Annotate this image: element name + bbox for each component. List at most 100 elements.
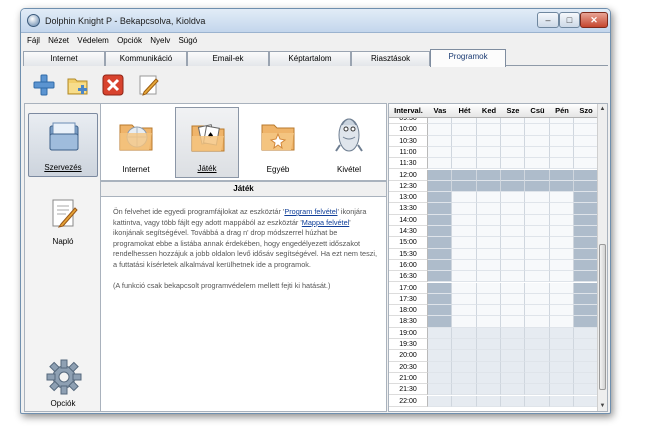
schedule-cell[interactable] xyxy=(574,282,598,294)
schedule-cell[interactable] xyxy=(477,158,501,170)
schedule-cell[interactable] xyxy=(452,282,477,294)
schedule-cell[interactable] xyxy=(428,395,452,407)
schedule-cell[interactable] xyxy=(501,135,525,147)
day-header[interactable]: Pén xyxy=(550,106,574,115)
menu-help[interactable]: Súgó xyxy=(178,34,197,45)
schedule-cell[interactable] xyxy=(477,395,501,407)
schedule-cell[interactable] xyxy=(550,146,574,159)
schedule-cell[interactable] xyxy=(501,237,525,249)
schedule-cell[interactable] xyxy=(452,327,477,339)
schedule-cell[interactable] xyxy=(550,305,574,317)
schedule-cell[interactable] xyxy=(525,395,550,407)
schedule-cell[interactable] xyxy=(428,339,452,351)
schedule-cell[interactable] xyxy=(477,305,501,317)
schedule-cell[interactable] xyxy=(525,146,550,159)
schedule-cell[interactable] xyxy=(501,282,525,294)
schedule-cell[interactable] xyxy=(428,361,452,373)
schedule-cell[interactable] xyxy=(428,327,452,339)
tab-alerts[interactable]: Riasztások xyxy=(351,51,430,66)
schedule-cell[interactable] xyxy=(477,180,501,193)
schedule-cell[interactable] xyxy=(574,158,598,170)
tab-images[interactable]: Képtartalom xyxy=(269,51,351,66)
schedule-cell[interactable] xyxy=(550,226,574,238)
schedule-cell[interactable] xyxy=(501,361,525,373)
schedule-cell[interactable] xyxy=(477,372,501,385)
schedule-cell[interactable] xyxy=(574,180,598,193)
schedule-cell[interactable] xyxy=(525,327,550,339)
schedule-cell[interactable] xyxy=(428,169,452,181)
day-header[interactable]: Vas xyxy=(428,106,452,115)
edit-icon[interactable] xyxy=(137,73,161,97)
schedule-cell[interactable] xyxy=(501,271,525,283)
schedule-cell[interactable] xyxy=(525,214,550,226)
schedule-cell[interactable] xyxy=(501,248,525,260)
tab-communication[interactable]: Kommunikáció xyxy=(105,51,187,66)
vertical-scrollbar[interactable]: ▲ ▼ xyxy=(597,104,607,411)
day-header[interactable]: Szo xyxy=(574,106,598,115)
sidebar-item-log[interactable]: Napló xyxy=(28,198,98,250)
schedule-cell[interactable] xyxy=(452,271,477,283)
schedule-cell[interactable] xyxy=(501,316,525,328)
schedule-cell[interactable] xyxy=(550,259,574,272)
schedule-cell[interactable] xyxy=(525,124,550,136)
schedule-cell[interactable] xyxy=(525,316,550,328)
schedule-cell[interactable] xyxy=(574,124,598,136)
schedule-cell[interactable] xyxy=(501,169,525,181)
sidebar-item-organize[interactable]: Szervezés xyxy=(28,113,98,177)
schedule-cell[interactable] xyxy=(574,372,598,385)
schedule-cell[interactable] xyxy=(428,316,452,328)
schedule-cell[interactable] xyxy=(428,124,452,136)
schedule-cell[interactable] xyxy=(525,192,550,204)
schedule-cell[interactable] xyxy=(525,282,550,294)
day-header[interactable]: Hét xyxy=(452,106,477,115)
schedule-cell[interactable] xyxy=(550,180,574,193)
category-game[interactable]: ♠ Játék xyxy=(175,107,239,178)
schedule-cell[interactable] xyxy=(501,214,525,226)
scroll-up-icon[interactable]: ▲ xyxy=(598,104,607,114)
schedule-cell[interactable] xyxy=(477,169,501,181)
schedule-cell[interactable] xyxy=(550,237,574,249)
schedule-cell[interactable] xyxy=(501,327,525,339)
schedule-cell[interactable] xyxy=(477,339,501,351)
maximize-button[interactable]: □ xyxy=(559,12,580,28)
schedule-cell[interactable] xyxy=(550,248,574,260)
schedule-cell[interactable] xyxy=(428,158,452,170)
schedule-cell[interactable] xyxy=(428,237,452,249)
schedule-cell[interactable] xyxy=(574,203,598,215)
schedule-cell[interactable] xyxy=(525,293,550,306)
schedule-cell[interactable] xyxy=(452,248,477,260)
schedule-cell[interactable] xyxy=(574,361,598,373)
tab-internet[interactable]: Internet xyxy=(23,51,105,66)
day-header[interactable]: Sze xyxy=(501,106,525,115)
schedule-cell[interactable] xyxy=(477,316,501,328)
schedule-cell[interactable] xyxy=(428,180,452,193)
schedule-cell[interactable] xyxy=(452,169,477,181)
schedule-cell[interactable] xyxy=(550,327,574,339)
schedule-cell[interactable] xyxy=(574,237,598,249)
schedule-cell[interactable] xyxy=(550,158,574,170)
folder-add-link[interactable]: Mappa felvétel xyxy=(302,218,349,227)
schedule-cell[interactable] xyxy=(550,339,574,351)
schedule-cell[interactable] xyxy=(574,350,598,362)
schedule-cell[interactable] xyxy=(550,169,574,181)
scroll-down-icon[interactable]: ▼ xyxy=(598,401,607,411)
schedule-cell[interactable] xyxy=(428,271,452,283)
schedule-cell[interactable] xyxy=(574,226,598,238)
schedule-cell[interactable] xyxy=(477,361,501,373)
schedule-cell[interactable] xyxy=(452,395,477,407)
day-header[interactable]: Ked xyxy=(477,106,501,115)
category-other[interactable]: Egyéb xyxy=(246,107,310,178)
tab-emails[interactable]: Email-ek xyxy=(187,51,269,66)
schedule-cell[interactable] xyxy=(574,169,598,181)
schedule-cell[interactable] xyxy=(428,146,452,159)
schedule-cell[interactable] xyxy=(501,305,525,317)
schedule-cell[interactable] xyxy=(550,135,574,147)
schedule-cell[interactable] xyxy=(452,180,477,193)
schedule-cell[interactable] xyxy=(574,339,598,351)
menu-protection[interactable]: Védelem xyxy=(77,34,109,45)
schedule-cell[interactable] xyxy=(550,282,574,294)
tab-programs[interactable]: Programok xyxy=(430,49,506,67)
schedule-cell[interactable] xyxy=(477,384,501,396)
schedule-cell[interactable] xyxy=(550,316,574,328)
menu-file[interactable]: Fájl xyxy=(27,34,40,45)
